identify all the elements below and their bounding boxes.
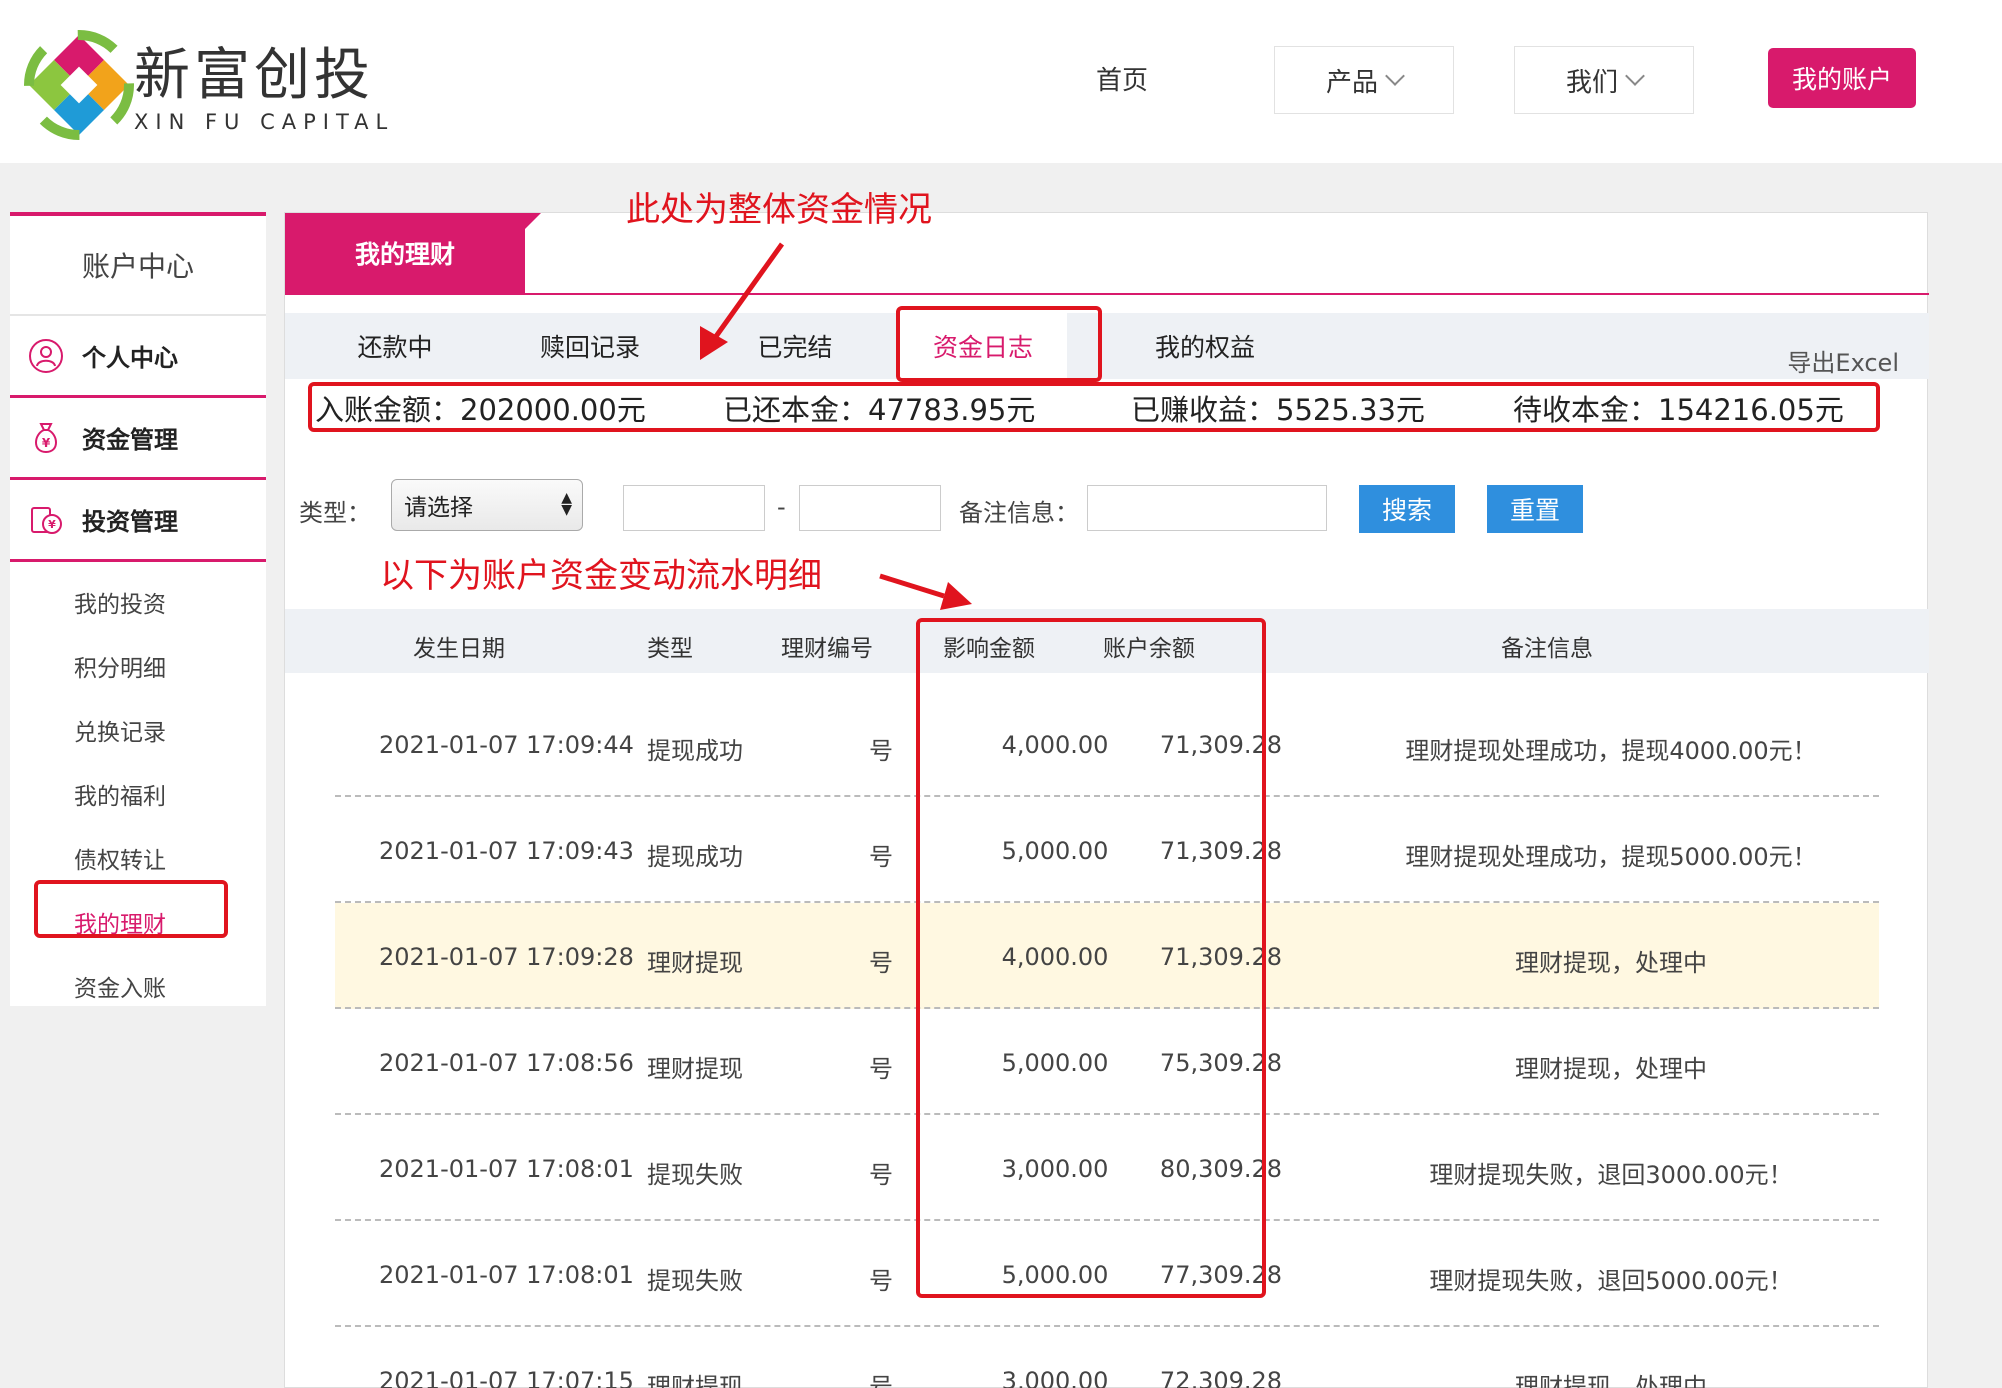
nav-about-label: 我们 (1565, 67, 1618, 98)
table-row: 2021-01-07 17:07:15 理财提现 号 3,000.00 72,309.2… (335, 1327, 1879, 1388)
search-button[interactable]: 搜索 (1359, 485, 1455, 533)
annotation-detail: 以下为账户资金变动流水明细 (380, 556, 822, 596)
cell-no: 号 (869, 1267, 893, 1295)
type-label: 类型： (299, 499, 371, 527)
cell-date: 2021-01-07 17:08:01 (379, 1155, 634, 1183)
subtab-my-rights[interactable]: 我的权益 (1115, 313, 1295, 379)
chevron-down-icon (1385, 66, 1405, 86)
cell-type: 理财提现 (647, 949, 743, 977)
reset-button[interactable]: 重置 (1487, 485, 1583, 533)
cell-date: 2021-01-07 17:09:43 (379, 837, 634, 865)
invest-icon: ¥ (31, 506, 62, 534)
chevron-down-icon (1625, 66, 1645, 86)
col-type: 类型 (647, 636, 693, 662)
cell-date: 2021-01-07 17:07:15 (379, 1367, 634, 1388)
sidebar-group-personal[interactable]: 个人中心 (10, 316, 266, 398)
cell-no: 号 (869, 1373, 893, 1388)
cell-no: 号 (869, 843, 893, 871)
sidebar-title: 账户中心 (10, 216, 266, 316)
nav-products[interactable]: 产品 (1274, 46, 1454, 114)
cell-type: 提现成功 (647, 737, 743, 765)
cell-date: 2021-01-07 17:09:44 (379, 731, 634, 759)
subtab-completed[interactable]: 已完结 (705, 313, 885, 379)
col-remark: 备注信息 (1501, 636, 1593, 662)
nav-products-label: 产品 (1325, 67, 1378, 98)
user-icon (29, 338, 63, 373)
brand-name-en: XIN FU CAPITAL (134, 110, 395, 134)
remark-label: 备注信息： (959, 499, 1079, 527)
col-date: 发生日期 (413, 636, 505, 662)
type-select[interactable]: 请选择 ▲ ▼ (391, 479, 583, 531)
cell-type: 理财提现 (647, 1373, 743, 1388)
cell-no: 号 (869, 1055, 893, 1083)
cell-type: 提现失败 (647, 1161, 743, 1189)
subtab-repaying[interactable]: 还款中 (305, 313, 485, 379)
brand[interactable]: 新富创投 XIN FU CAPITAL (134, 43, 395, 135)
cell-amount: 3,000.00 (1001, 1367, 1109, 1388)
annotation-box-summary (308, 382, 1880, 432)
money-bag-icon: ¥ (35, 422, 57, 453)
select-arrows-icon: ▲ ▼ (561, 490, 572, 518)
filter-bar: 类型： 请选择 ▲ ▼ - 备注信息： 搜索 重置 (299, 475, 1899, 535)
cell-no: 号 (869, 737, 893, 765)
subtab-bar: 还款中 赎回记录 已完结 资金日志 我的权益 (285, 313, 1929, 379)
svg-text:¥: ¥ (42, 436, 51, 450)
remark-input[interactable] (1087, 485, 1327, 531)
cell-type: 提现成功 (647, 843, 743, 871)
cell-type: 提现失败 (647, 1267, 743, 1295)
subtab-redeem-records[interactable]: 赎回记录 (500, 313, 680, 379)
annotation-box-fund-log-tab (896, 306, 1102, 382)
date-range-dash: - (777, 493, 786, 521)
cell-remark: 理财提现处理成功，提现4000.00元！ (1405, 737, 1817, 765)
annotation-box-amount-columns (916, 618, 1266, 1298)
type-select-value: 请选择 (404, 495, 473, 521)
cell-remark: 理财提现，处理中 (1515, 949, 1707, 977)
cell-no: 号 (869, 1161, 893, 1189)
sidebar-group-label: 投资管理 (82, 508, 178, 536)
annotation-box-sidebar-item (34, 880, 228, 938)
sidebar-group-label: 资金管理 (82, 426, 178, 454)
cell-remark: 理财提现处理成功，提现5000.00元！ (1405, 843, 1817, 871)
svg-text:¥: ¥ (48, 518, 56, 531)
my-account-button[interactable]: 我的账户 (1768, 48, 1916, 108)
col-product-no: 理财编号 (781, 636, 873, 662)
cell-remark: 理财提现，处理中 (1515, 1055, 1707, 1083)
sidebar-group-invest[interactable]: ¥ 投资管理 (10, 480, 266, 562)
cell-date: 2021-01-07 17:09:28 (379, 943, 634, 971)
main-tabbar: 我的理财 (285, 213, 1929, 295)
nav-about[interactable]: 我们 (1514, 46, 1694, 114)
sidebar-group-funds[interactable]: ¥ 资金管理 (10, 398, 266, 480)
sidebar-item-my-investments[interactable]: 我的投资 (10, 570, 266, 634)
cell-no: 号 (869, 949, 893, 977)
start-date-input[interactable] (623, 485, 765, 531)
cell-remark: 理财提现，处理中 (1515, 1373, 1707, 1388)
sidebar-item-benefits[interactable]: 我的福利 (10, 762, 266, 826)
cell-remark: 理财提现失败，退回5000.00元！ (1429, 1267, 1793, 1295)
nav-home[interactable]: 首页 (1096, 60, 1148, 97)
logo-icon[interactable] (24, 30, 134, 140)
cell-balance: 72,309.28 (1159, 1367, 1283, 1388)
site-header: 新富创投 XIN FU CAPITAL 首页 产品 我们 我的账户 (0, 0, 2002, 163)
sidebar-group-label: 个人中心 (82, 344, 178, 372)
sidebar-item-fund-deposit[interactable]: 资金入账 (10, 954, 266, 1018)
brand-name-cn: 新富创投 (134, 43, 374, 108)
cell-date: 2021-01-07 17:08:01 (379, 1261, 634, 1289)
end-date-input[interactable] (799, 485, 941, 531)
tab-my-wealth[interactable]: 我的理财 (285, 213, 541, 293)
annotation-overall: 此处为整体资金情况 (626, 190, 932, 230)
sidebar-item-points[interactable]: 积分明细 (10, 634, 266, 698)
cell-remark: 理财提现失败，退回3000.00元！ (1429, 1161, 1793, 1189)
cell-type: 理财提现 (647, 1055, 743, 1083)
sidebar-item-exchange-records[interactable]: 兑换记录 (10, 698, 266, 762)
cell-date: 2021-01-07 17:08:56 (379, 1049, 634, 1077)
export-excel-link[interactable]: 导出Excel (1787, 343, 1899, 378)
